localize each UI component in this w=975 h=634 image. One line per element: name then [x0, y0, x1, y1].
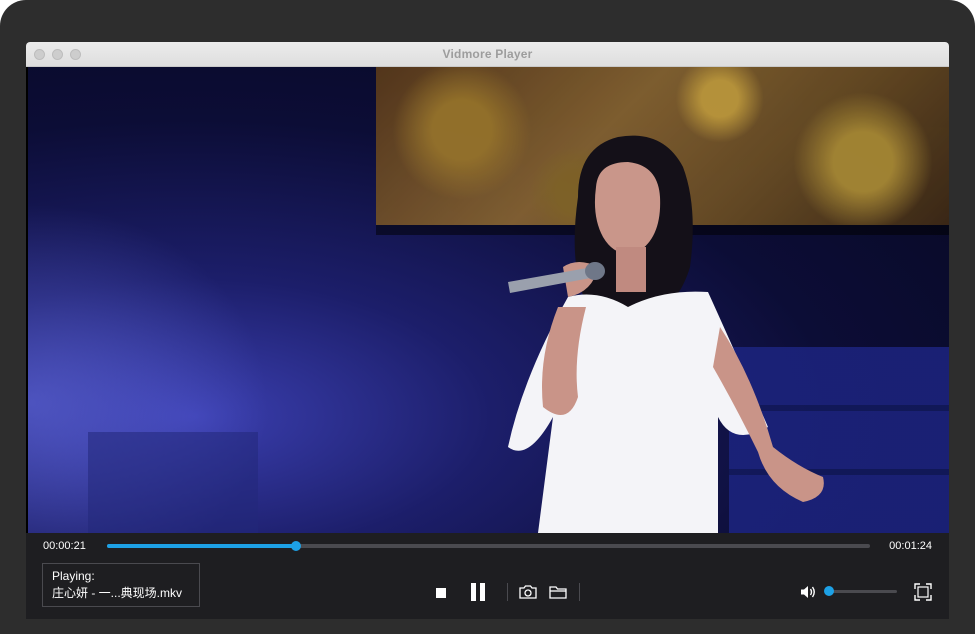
title-bar[interactable]: Vidmore Player [26, 42, 949, 67]
open-file-button[interactable] [546, 581, 570, 603]
pause-icon [471, 583, 476, 601]
current-time: 00:00:21 [43, 540, 86, 552]
snapshot-button[interactable] [516, 581, 540, 603]
now-playing-label: Playing: [52, 569, 95, 583]
divider [579, 583, 580, 601]
volume-handle[interactable] [824, 586, 834, 596]
pause-icon-bar [480, 583, 485, 601]
now-playing-box: Playing: 庄心妍 - 一...典现场.mkv [42, 563, 200, 607]
volume-slider[interactable] [824, 586, 897, 596]
divider [507, 583, 508, 601]
progress-fill [107, 544, 297, 548]
window-title: Vidmore Player [442, 47, 533, 61]
progress-bar[interactable] [107, 541, 870, 551]
stop-icon [436, 588, 446, 598]
fullscreen-button[interactable] [912, 581, 934, 603]
control-bar: 00:00:21 00:01:24 Playing: 庄心妍 - 一...典现场… [26, 533, 949, 619]
stage-box [88, 432, 258, 533]
video-frame[interactable] [28, 67, 949, 533]
folder-icon [549, 586, 567, 599]
pause-button[interactable] [466, 579, 490, 605]
progress-handle[interactable] [291, 541, 302, 551]
now-playing-file: 庄心妍 - 一...典现场.mkv [52, 586, 182, 600]
device-frame: Vidmore Player 00:00:21 00:01:24 Playing… [0, 0, 975, 634]
fullscreen-icon [914, 583, 932, 601]
speaker-icon [801, 586, 815, 598]
player-window: Vidmore Player 00:00:21 00:01:24 Playing… [26, 42, 949, 619]
singer-figure [508, 135, 824, 533]
stop-button[interactable] [430, 583, 452, 603]
camera-icon [519, 585, 537, 599]
total-time: 00:01:24 [889, 540, 932, 552]
mute-button[interactable] [797, 582, 819, 602]
